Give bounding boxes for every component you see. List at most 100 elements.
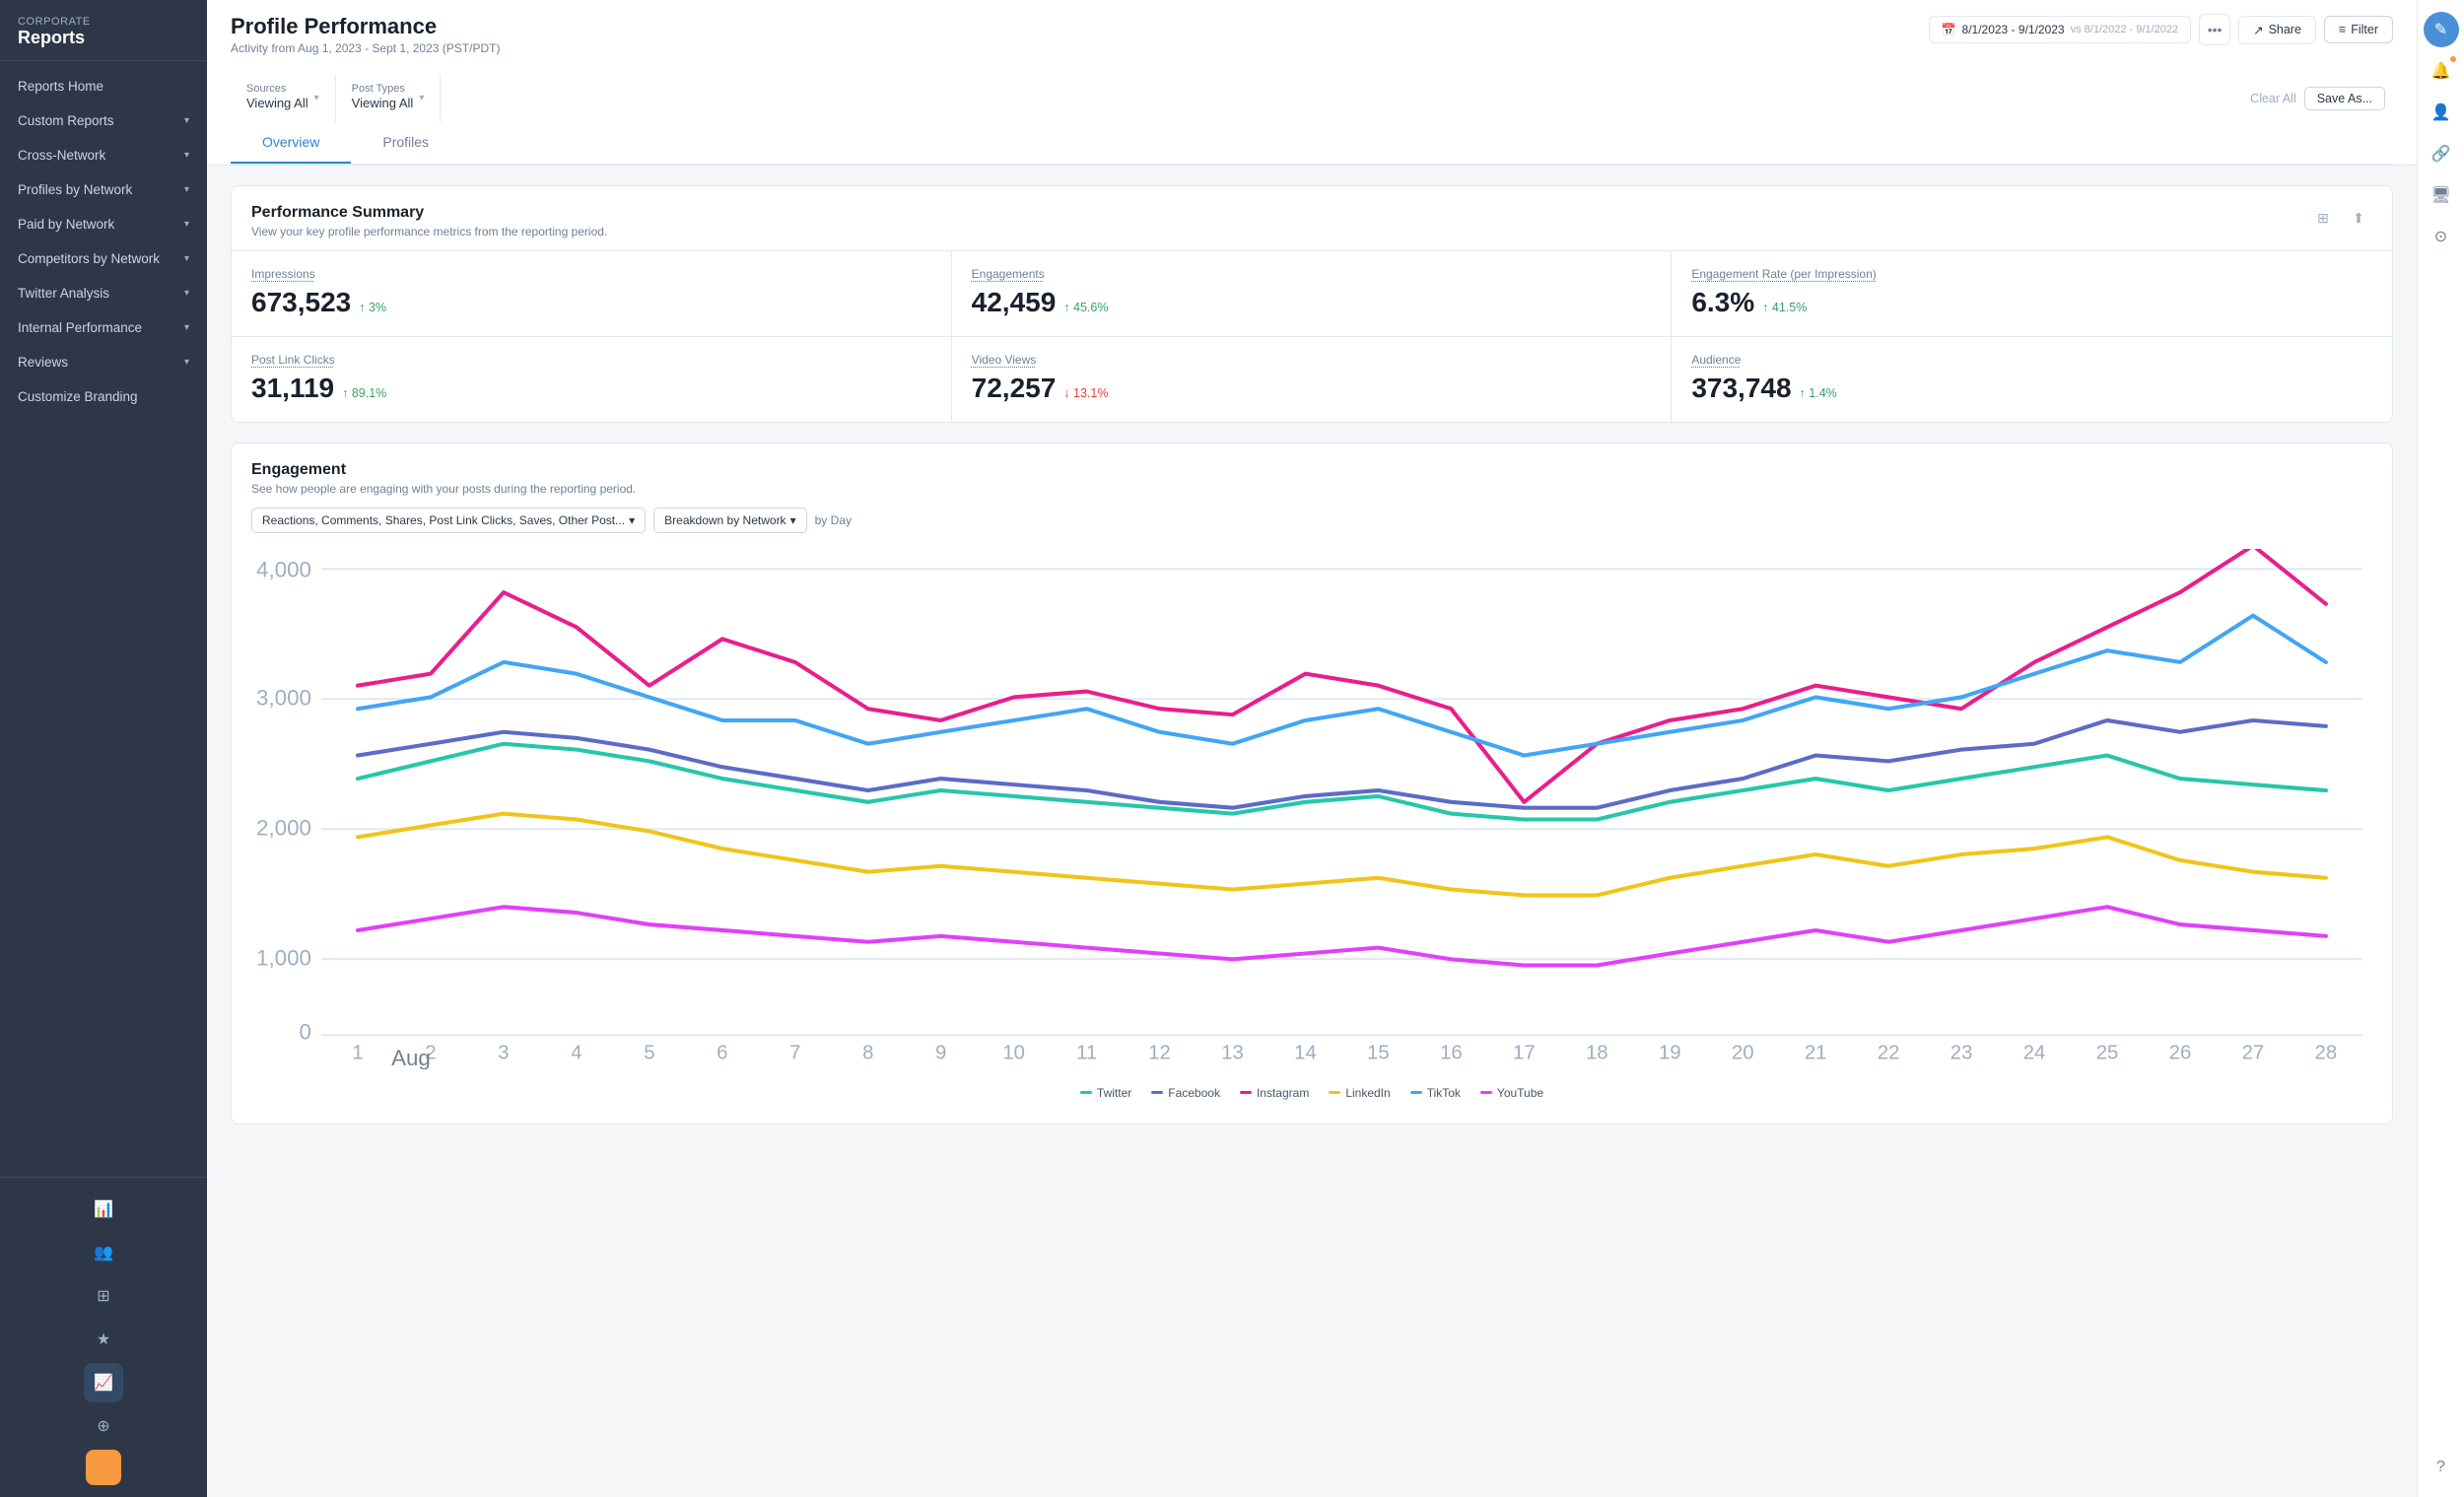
sidebar-item-customize-branding[interactable]: Customize Branding [0, 379, 207, 414]
svg-text:19: 19 [1659, 1043, 1681, 1064]
sidebar-item-paid-by-network[interactable]: Paid by Network▾ [0, 207, 207, 241]
edit-button[interactable]: ✎ [2424, 12, 2459, 47]
svg-text:1,000: 1,000 [256, 945, 311, 970]
content-area: Performance Summary View your key profil… [207, 166, 2417, 1497]
save-as-button[interactable]: Save As... [2304, 87, 2385, 110]
filter-label: Filter [2351, 23, 2378, 36]
date-range-button[interactable]: 📅 8/1/2023 - 9/1/2023 vs 8/1/2022 - 9/1/… [1929, 16, 2192, 43]
post-types-label: Post Types [352, 83, 414, 95]
target-button[interactable]: ⊙ [2424, 219, 2459, 254]
engagement-card: Engagement See how people are engaging w… [231, 442, 2393, 1124]
svg-text:6: 6 [717, 1043, 727, 1064]
metric-label-audience: Audience [1691, 353, 2372, 367]
performance-summary-card: Performance Summary View your key profil… [231, 185, 2393, 423]
performance-summary-subtitle: View your key profile performance metric… [251, 225, 607, 238]
sidebar-item-label: Reviews [18, 355, 68, 370]
engagement-header: Engagement See how people are engaging w… [232, 443, 2392, 508]
sidebar-item-custom-reports[interactable]: Custom Reports▾ [0, 103, 207, 138]
grid-view-icon[interactable]: ⊞ [2309, 204, 2337, 232]
performance-summary-title-block: Performance Summary View your key profil… [251, 204, 607, 238]
sidebar-item-competitors-by-network[interactable]: Competitors by Network▾ [0, 241, 207, 276]
svg-text:21: 21 [1805, 1043, 1827, 1064]
svg-text:22: 22 [1878, 1043, 1900, 1064]
metric-value-post-link-clicks: 31,119↑ 89.1% [251, 373, 931, 404]
engagement-title: Engagement [251, 461, 636, 479]
chevron-down-icon: ▾ [184, 184, 189, 195]
sidebar-item-cross-network[interactable]: Cross-Network▾ [0, 138, 207, 172]
sidebar-item-reports-home[interactable]: Reports Home [0, 69, 207, 103]
svg-text:20: 20 [1732, 1043, 1754, 1064]
sidebar-item-label: Competitors by Network [18, 251, 160, 266]
performance-summary-title: Performance Summary [251, 204, 607, 222]
share-button[interactable]: ↗ Share [2238, 16, 2316, 44]
more-options-button[interactable]: ••• [2199, 14, 2230, 45]
star-icon[interactable]: ★ [84, 1320, 123, 1359]
breakdown-chevron-icon: ▾ [790, 513, 796, 527]
apps-icon[interactable]: ⊞ [84, 1276, 123, 1316]
sidebar-item-profiles-by-network[interactable]: Profiles by Network▾ [0, 172, 207, 207]
sidebar-bottom-icons: 📊 👥 ⊞ ★ 📈 ⊕ [0, 1177, 207, 1497]
calendar-icon: 📅 [1942, 23, 1956, 36]
clear-all-button[interactable]: Clear All [2242, 88, 2304, 109]
engagement-chart-container: 4,000 3,000 2,000 1,000 0 12345678910111… [232, 549, 2392, 1074]
legend-color-tiktok [1410, 1091, 1422, 1094]
chevron-down-icon: ▾ [184, 288, 189, 299]
link-button[interactable]: 🔗 [2424, 136, 2459, 171]
analytics-icon[interactable]: 📊 [84, 1190, 123, 1229]
user-profile-button[interactable]: 👤 [2424, 95, 2459, 130]
filter-button[interactable]: ≡ Filter [2324, 16, 2393, 43]
svg-text:18: 18 [1586, 1043, 1608, 1064]
metric-label-impressions: Impressions [251, 267, 931, 281]
sources-filter[interactable]: Sources Viewing All ▾ [231, 75, 336, 122]
sources-chevron-icon: ▾ [314, 93, 319, 103]
breakdown-dropdown[interactable]: Breakdown by Network ▾ [653, 508, 806, 533]
performance-summary-actions: ⊞ ⬆ [2309, 204, 2372, 232]
sources-value: Viewing All [246, 96, 308, 110]
svg-text:12: 12 [1148, 1043, 1171, 1064]
metric-value-video-views: 72,257↓ 13.1% [972, 373, 1652, 404]
sidebar-item-label: Internal Performance [18, 320, 142, 335]
engagement-controls: Reactions, Comments, Shares, Post Link C… [232, 508, 2392, 549]
sidebar-item-reviews[interactable]: Reviews ▾ [0, 345, 207, 379]
svg-text:10: 10 [1002, 1043, 1025, 1064]
legend-label-linkedin: LinkedIn [1345, 1086, 1390, 1100]
sidebar-item-twitter-analysis[interactable]: Twitter Analysis ▾ [0, 276, 207, 310]
tab-profiles[interactable]: Profiles [351, 122, 460, 164]
sidebar-item-label: Twitter Analysis [18, 286, 109, 301]
svg-text:2,000: 2,000 [256, 815, 311, 840]
metric-number-audience: 373,748 [1691, 373, 1791, 404]
people-icon[interactable]: 👥 [84, 1233, 123, 1272]
engagement-metrics-label: Reactions, Comments, Shares, Post Link C… [262, 513, 625, 527]
brand-sub: Corporate [18, 16, 189, 28]
metric-value-engagements: 42,459↑ 45.6% [972, 287, 1652, 318]
engagement-title-block: Engagement See how people are engaging w… [251, 461, 636, 496]
metrics-grid: Impressions673,523↑ 3%Engagements42,459↑… [232, 250, 2392, 422]
tab-overview[interactable]: Overview [231, 122, 351, 164]
chevron-down-icon: ▾ [184, 357, 189, 368]
svg-text:11: 11 [1076, 1043, 1097, 1064]
svg-text:13: 13 [1221, 1043, 1244, 1064]
svg-text:4,000: 4,000 [256, 557, 311, 581]
help-button[interactable]: ? [2424, 1450, 2459, 1485]
groups-icon[interactable]: ⊕ [84, 1406, 123, 1446]
user-avatar[interactable] [86, 1450, 121, 1485]
sidebar-item-label: Reports Home [18, 79, 103, 94]
vs-text: vs 8/1/2022 - 9/1/2022 [2071, 24, 2178, 35]
upload-icon[interactable]: ⬆ [2345, 204, 2372, 232]
right-icon-rail: ✎ 🔔 👤 🔗 🖥 ⊙ ? [2417, 0, 2464, 1497]
chart-icon[interactable]: 📈 [84, 1363, 123, 1402]
post-types-filter[interactable]: Post Types Viewing All ▾ [336, 75, 442, 122]
title-block: Profile Performance Activity from Aug 1,… [231, 14, 500, 55]
notifications-button[interactable]: 🔔 [2424, 53, 2459, 89]
performance-summary-header: Performance Summary View your key profil… [232, 186, 2392, 250]
metric-cell-audience: Audience373,748↑ 1.4% [1672, 337, 2392, 422]
monitor-button[interactable]: 🖥 [2424, 177, 2459, 213]
engagement-metrics-dropdown[interactable]: Reactions, Comments, Shares, Post Link C… [251, 508, 646, 533]
sidebar-item-label: Custom Reports [18, 113, 114, 128]
svg-text:27: 27 [2242, 1043, 2265, 1064]
share-icon: ↗ [2253, 23, 2263, 37]
sidebar-item-internal-performance[interactable]: Internal Performance▾ [0, 310, 207, 345]
sidebar: Corporate Reports Reports HomeCustom Rep… [0, 0, 207, 1497]
metric-number-video-views: 72,257 [972, 373, 1057, 404]
metric-label-post-link-clicks: Post Link Clicks [251, 353, 931, 367]
